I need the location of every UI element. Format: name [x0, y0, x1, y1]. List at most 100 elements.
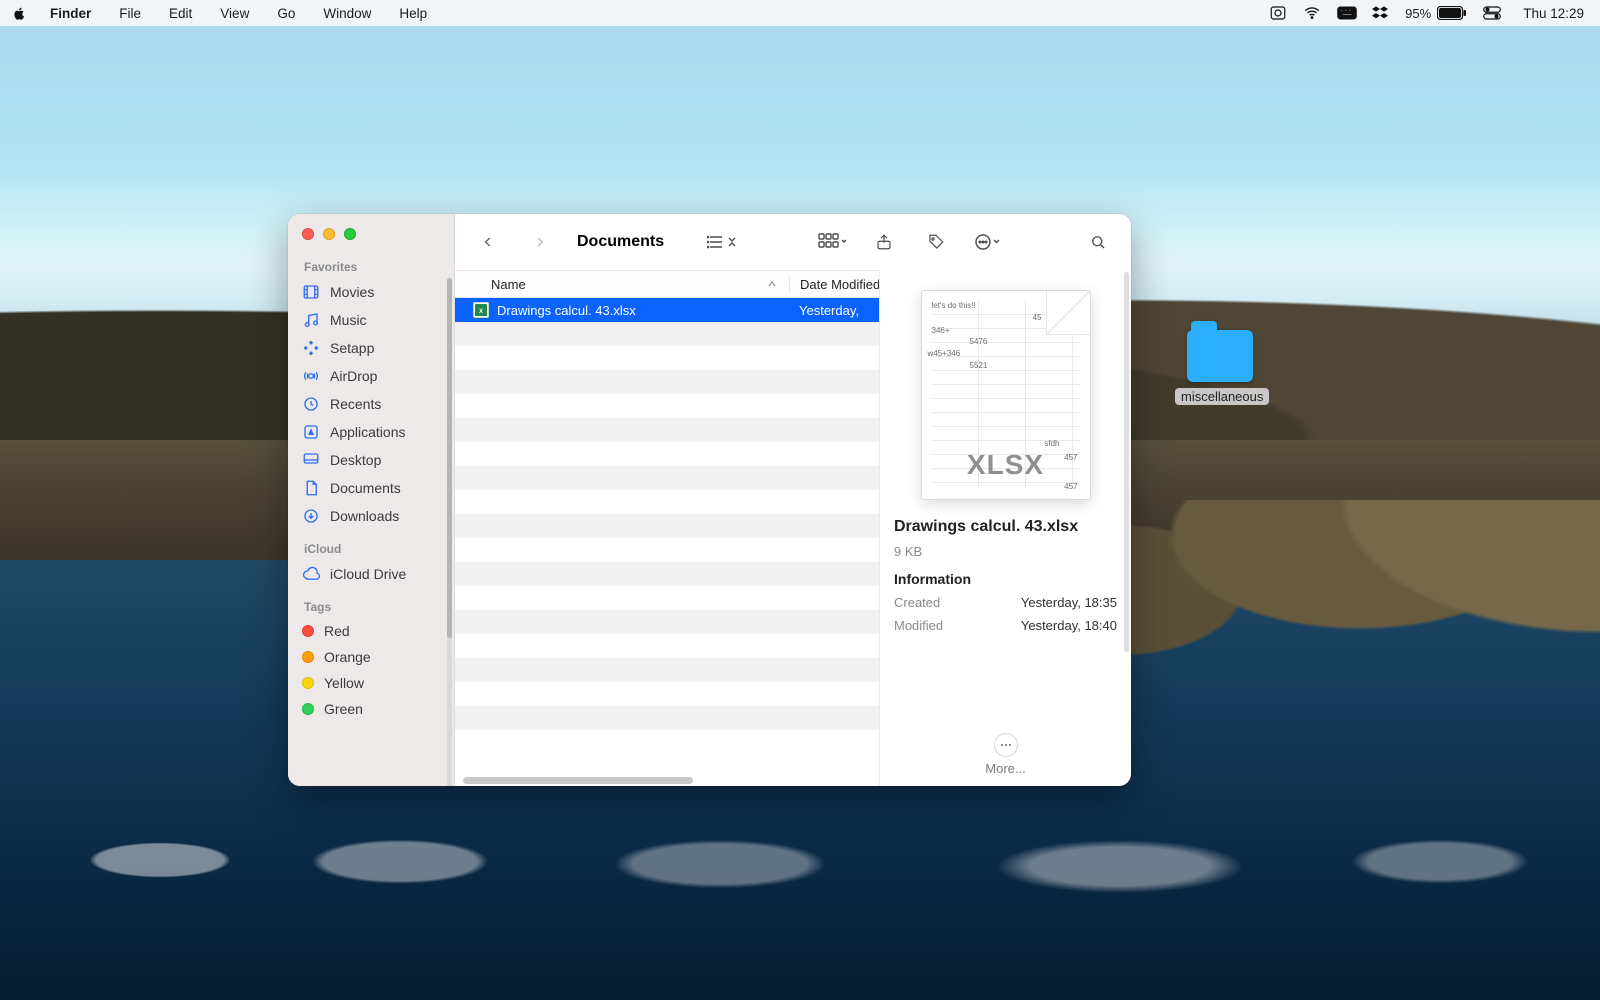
- table-row: [455, 370, 879, 394]
- table-row: [455, 418, 879, 442]
- screenshot-icon[interactable]: [1269, 4, 1287, 22]
- sidebar-item-recents[interactable]: Recents: [288, 390, 454, 418]
- thumb-cell: sfdh: [1044, 439, 1059, 448]
- apple-menu-icon[interactable]: [10, 4, 28, 22]
- menubar-clock[interactable]: Thu 12:29: [1517, 4, 1590, 23]
- desktop-folder[interactable]: miscellaneous: [1175, 330, 1265, 406]
- close-button[interactable]: [302, 228, 314, 240]
- sidebar-item-airdrop[interactable]: AirDrop: [288, 362, 454, 390]
- zoom-button[interactable]: [344, 228, 356, 240]
- sidebar-item-music[interactable]: Music: [288, 306, 454, 334]
- horizontal-scroll-thumb[interactable]: [463, 777, 693, 784]
- tags-button[interactable]: [919, 228, 953, 256]
- nav-back-button[interactable]: [471, 228, 505, 256]
- sidebar-item-downloads[interactable]: Downloads: [288, 502, 454, 530]
- window-title: Documents: [577, 233, 664, 251]
- wifi-icon[interactable]: [1303, 4, 1321, 22]
- filetype-watermark: XLSX: [922, 449, 1090, 481]
- sidebar-item-applications[interactable]: Applications: [288, 418, 454, 446]
- table-row: [455, 682, 879, 706]
- sidebar-label: Movies: [330, 284, 374, 300]
- column-header-name[interactable]: Name: [455, 277, 789, 292]
- thumb-cell: 5476: [970, 337, 988, 346]
- sidebar-item-desktop[interactable]: Desktop: [288, 446, 454, 474]
- recents-icon: [302, 395, 320, 413]
- table-row: [455, 394, 879, 418]
- thumb-cell: 5521: [970, 361, 988, 370]
- sidebar-label: Orange: [324, 649, 371, 665]
- sidebar-tag-red[interactable]: Red: [288, 618, 454, 644]
- nav-forward-button[interactable]: [523, 228, 557, 256]
- preview-modified-row: Modified Yesterday, 18:40: [894, 618, 1117, 633]
- column-header-label: Date Modified: [800, 277, 879, 292]
- keyboard-icon[interactable]: [1337, 4, 1355, 22]
- table-row: [455, 634, 879, 658]
- sidebar-label: Applications: [330, 424, 406, 440]
- menubar-go[interactable]: Go: [271, 4, 301, 23]
- table-row: [455, 538, 879, 562]
- menubar-file[interactable]: File: [113, 4, 147, 23]
- horizontal-scrollbar[interactable]: [455, 774, 879, 786]
- sidebar-tag-green[interactable]: Green: [288, 696, 454, 722]
- bg-foam: [0, 820, 1600, 900]
- music-icon: [302, 311, 320, 329]
- minimize-button[interactable]: [323, 228, 335, 240]
- dropbox-icon[interactable]: [1371, 4, 1389, 22]
- preview-pane: let's do this!! 45 346+ 5476 w45+346 552…: [879, 270, 1131, 786]
- sidebar-tag-orange[interactable]: Orange: [288, 644, 454, 670]
- finder-window: Favorites Movies Music Setapp AirDrop Re…: [288, 214, 1131, 786]
- more-label[interactable]: More...: [894, 761, 1117, 776]
- preview-scroll-thumb[interactable]: [1124, 272, 1129, 652]
- action-menu-button[interactable]: [971, 228, 1005, 256]
- file-name: Drawings calcul. 43.xlsx: [497, 303, 636, 318]
- search-button[interactable]: [1081, 228, 1115, 256]
- preview-file-name: Drawings calcul. 43.xlsx: [894, 518, 1117, 536]
- menubar-view[interactable]: View: [214, 4, 255, 23]
- downloads-icon: [302, 507, 320, 525]
- preview-created-row: Created Yesterday, 18:35: [894, 595, 1117, 610]
- sidebar-scroll-thumb[interactable]: [447, 278, 452, 638]
- sort-asc-icon: [767, 277, 777, 292]
- sidebar-label: Recents: [330, 396, 381, 412]
- sidebar-item-movies[interactable]: Movies: [288, 278, 454, 306]
- group-menu-button[interactable]: [815, 228, 849, 256]
- table-row: [455, 562, 879, 586]
- column-header-date[interactable]: Date Modified: [789, 277, 879, 292]
- menubar-help[interactable]: Help: [393, 4, 433, 23]
- applications-icon: [302, 423, 320, 441]
- battery-percent: 95%: [1405, 6, 1431, 21]
- setapp-icon: [302, 339, 320, 357]
- content-area: Name Date Modified X: [455, 270, 1131, 786]
- thumb-cell: 457: [1064, 482, 1077, 491]
- preview-modified-label: Modified: [894, 618, 943, 633]
- file-list: Name Date Modified X: [455, 270, 879, 786]
- sidebar-label: Downloads: [330, 508, 399, 524]
- menubar-app[interactable]: Finder: [44, 4, 97, 23]
- sidebar-tag-yellow[interactable]: Yellow: [288, 670, 454, 696]
- documents-icon: [302, 479, 320, 497]
- desktop-folder-label: miscellaneous: [1175, 388, 1269, 405]
- menubar-window[interactable]: Window: [317, 4, 377, 23]
- table-row: [455, 610, 879, 634]
- share-button[interactable]: [867, 228, 901, 256]
- svg-text:X: X: [479, 309, 483, 315]
- xlsx-file-icon: X: [473, 302, 489, 318]
- file-date: Yesterday,: [789, 303, 879, 318]
- more-actions-button[interactable]: [994, 733, 1018, 757]
- sidebar-label: Desktop: [330, 452, 381, 468]
- view-list-button[interactable]: [705, 228, 739, 256]
- file-row[interactable]: X Drawings calcul. 43.xlsx Yesterday,: [455, 298, 879, 322]
- sidebar-item-setapp[interactable]: Setapp: [288, 334, 454, 362]
- menubar-edit[interactable]: Edit: [163, 4, 198, 23]
- table-row: [455, 346, 879, 370]
- thumb-cell: w45+346: [928, 349, 961, 358]
- sidebar-heading-tags: Tags: [288, 588, 454, 618]
- thumb-cell: 346+: [932, 326, 950, 335]
- menubar: Finder File Edit View Go Window Help 95%…: [0, 0, 1600, 26]
- control-center-icon[interactable]: [1483, 4, 1501, 22]
- traffic-lights: [288, 214, 454, 240]
- main-area: Documents: [455, 214, 1131, 786]
- sidebar-item-documents[interactable]: Documents: [288, 474, 454, 502]
- battery-status[interactable]: 95%: [1405, 6, 1467, 21]
- sidebar-item-icloud-drive[interactable]: iCloud Drive: [288, 560, 454, 588]
